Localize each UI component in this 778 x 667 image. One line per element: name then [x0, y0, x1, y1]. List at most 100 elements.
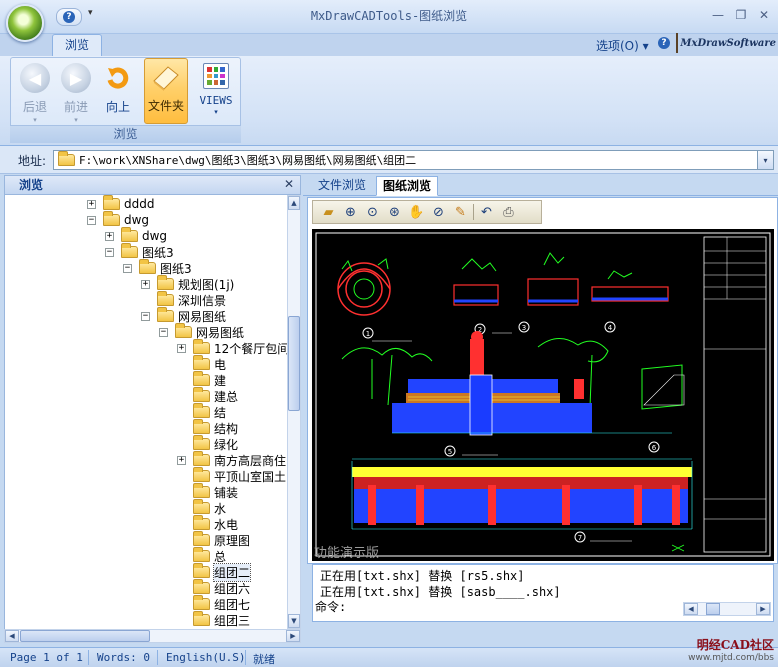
tree-item-label: 平顶山室国土 [214, 469, 287, 484]
folder-button[interactable]: 文件夹 [144, 58, 188, 124]
forward-button[interactable]: ▶ 前进 ▾ [54, 60, 98, 124]
tree-vertical-scrollbar[interactable]: ▲ ▼ [287, 195, 301, 629]
tree-item[interactable]: 网易图纸 [175, 323, 244, 340]
folder-icon [193, 419, 210, 434]
scroll-thumb[interactable] [288, 316, 300, 411]
folder-icon [193, 515, 210, 530]
folder-icon [193, 563, 210, 578]
tree-item-label: 南方高层商住 [214, 453, 287, 468]
tree-collapse-icon[interactable]: − [159, 328, 168, 337]
scroll-down-arrow[interactable]: ▼ [288, 614, 300, 628]
site-watermark-url: www.mjtd.com/bbs [688, 653, 774, 663]
status-divider [245, 650, 246, 665]
pencil-icon[interactable]: ✎ [451, 203, 470, 221]
tree-item[interactable]: 总 [193, 547, 226, 564]
scroll-thumb[interactable] [20, 630, 150, 642]
tree-item[interactable]: 原理图 [193, 531, 251, 548]
tree-item[interactable]: dddd [103, 195, 154, 212]
tree-item[interactable]: 12个餐厅包间 [193, 339, 287, 356]
callout-3: 3 [522, 324, 526, 332]
ribbon-help-button[interactable]: ? [658, 37, 670, 49]
tree-item[interactable]: 水电 [193, 515, 238, 532]
tree-item[interactable]: 水 [193, 499, 226, 516]
tree-item[interactable]: 图纸3 [121, 243, 174, 260]
tree-expand-icon[interactable]: + [177, 456, 186, 465]
folder-tree: + dddd − dwg + dwg − 图纸3 − 图纸3 + 规划图(1j) 深圳信景 − 网易图纸 − 网… [4, 195, 287, 629]
address-input[interactable]: F:\work\XNShare\dwg\图纸3\图纸3\网易图纸\网易图纸\组团… [53, 150, 758, 170]
scroll-thumb[interactable] [706, 603, 720, 615]
tree-expand-icon[interactable]: + [141, 280, 150, 289]
tree-item[interactable]: 深圳信景 [157, 291, 226, 308]
tree-collapse-icon[interactable]: − [141, 312, 150, 321]
tree-item[interactable]: 铺装 [193, 483, 238, 500]
tree-collapse-icon[interactable]: − [105, 248, 114, 257]
tree-item-label: 规划图(1j) [178, 277, 235, 292]
command-history-line: 正在用[txt.shx] 替换 [sasb____.shx] [320, 585, 561, 599]
open-folder-icon[interactable]: ▰ [319, 203, 338, 221]
tree-item[interactable]: 规划图(1j) [157, 275, 235, 292]
scroll-right-arrow[interactable]: ▶ [756, 603, 770, 615]
tree-item[interactable]: 平顶山室国土 [193, 467, 287, 484]
command-horizontal-scrollbar[interactable]: ◀ ▶ [683, 602, 771, 616]
tree-item[interactable]: 组团六 [193, 579, 251, 596]
folder-icon [103, 211, 120, 226]
tree-item[interactable]: dwg [103, 211, 149, 228]
back-button[interactable]: ◀ 后退 ▾ [13, 60, 57, 124]
folder-icon [157, 291, 174, 306]
undo-icon[interactable]: ↶ [477, 203, 496, 221]
print-icon[interactable]: ⎙ [499, 203, 518, 221]
scroll-up-arrow[interactable]: ▲ [288, 196, 300, 210]
address-value: F:\work\XNShare\dwg\图纸3\图纸3\网易图纸\网易图纸\组团… [79, 154, 417, 167]
tree-expand-icon[interactable]: + [87, 200, 96, 209]
pan-icon[interactable]: ✋ [407, 203, 426, 221]
panel-close-button[interactable]: ✕ [284, 177, 294, 191]
tree-collapse-icon[interactable]: − [87, 216, 96, 225]
scroll-left-arrow[interactable]: ◀ [684, 603, 698, 615]
views-button[interactable]: VIEWS ▾ [194, 60, 238, 124]
tree-item[interactable]: 组团七 [193, 595, 250, 612]
tree-item[interactable]: 组团二 [193, 562, 252, 582]
tree-item[interactable]: 南方高层商住 [193, 451, 287, 468]
application-orb-button[interactable] [6, 4, 44, 42]
tree-collapse-icon[interactable]: − [123, 264, 132, 273]
up-refresh-icon [103, 63, 133, 93]
ribbon-group-label: 浏览 [10, 125, 241, 143]
back-label: 后退 [22, 100, 47, 114]
tree-item-label: 组团六 [214, 581, 251, 596]
zoom-previous-icon[interactable]: ⊘ [429, 203, 448, 221]
restore-button[interactable]: ❐ [732, 7, 750, 23]
close-window-button[interactable]: ✕ [755, 7, 773, 23]
address-dropdown-button[interactable]: ▾ [757, 150, 774, 170]
tree-item[interactable]: 绿化 [193, 435, 238, 452]
folder-icon [121, 227, 138, 242]
tree-item[interactable]: 组团三 [193, 611, 250, 628]
tree-item[interactable]: 结 [193, 403, 226, 420]
tree-item[interactable]: 结构 [193, 419, 238, 436]
tree-horizontal-scrollbar[interactable]: ◀ ▶ [4, 629, 301, 643]
chevron-down-icon: ▾ [74, 116, 78, 124]
tree-item[interactable]: 网易图纸 [157, 307, 226, 324]
tab-file-browse[interactable]: 文件浏览 [312, 176, 372, 196]
tab-drawing-view[interactable]: 图纸浏览 [376, 176, 439, 196]
command-input[interactable]: 命令: [313, 600, 683, 617]
tree-item[interactable]: 图纸3 [139, 259, 192, 276]
tab-browse[interactable]: 浏览 [52, 34, 102, 56]
scroll-right-arrow[interactable]: ▶ [286, 630, 300, 642]
zoom-in-icon[interactable]: ⊕ [341, 203, 360, 221]
zoom-window-icon[interactable]: ⊙ [363, 203, 382, 221]
tree-item-label: 原理图 [214, 533, 251, 548]
cad-drawing-canvas[interactable]: 1 2 3 4 5 6 7 [312, 229, 774, 561]
brand-logo: MxDrawSoftware [676, 31, 776, 55]
tree-expand-icon[interactable]: + [105, 232, 114, 241]
site-watermark-title: 明经CAD社区 [696, 638, 774, 652]
scroll-left-arrow[interactable]: ◀ [5, 630, 19, 642]
tree-item[interactable]: 电 [193, 355, 226, 372]
options-menu[interactable]: 选项(O) ▾ [596, 37, 649, 54]
tree-item[interactable]: dwg [121, 227, 167, 244]
minimize-button[interactable]: — [709, 7, 727, 23]
up-button[interactable]: 向上 [96, 60, 140, 124]
tree-expand-icon[interactable]: + [177, 344, 186, 353]
tree-item[interactable]: 建 [193, 371, 226, 388]
zoom-extents-icon[interactable]: ⊛ [385, 203, 404, 221]
tree-item[interactable]: 建总 [193, 387, 238, 404]
